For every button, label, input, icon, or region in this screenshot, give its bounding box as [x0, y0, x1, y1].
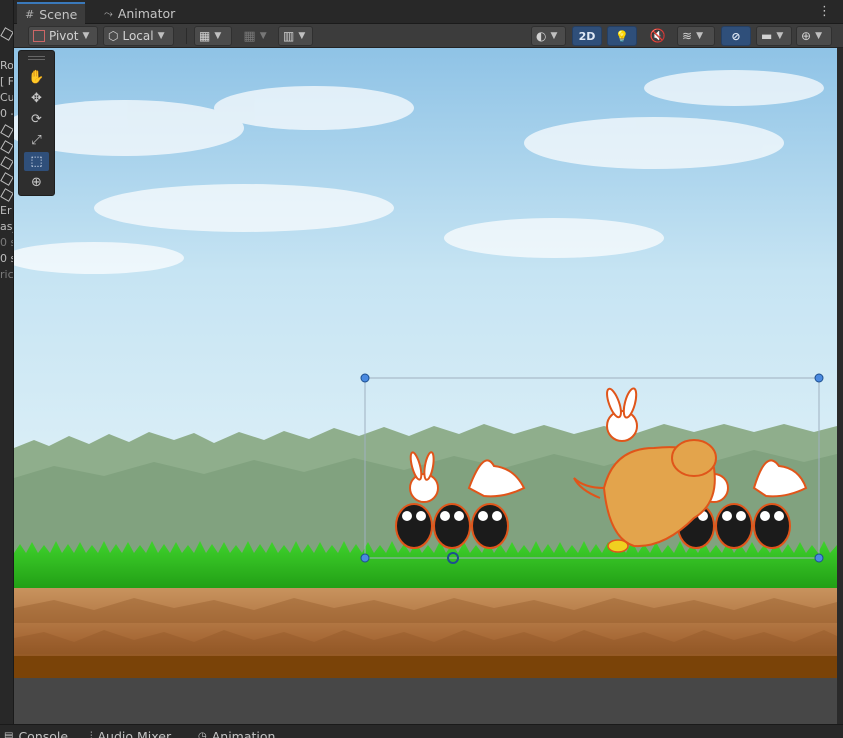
gameobject-icon: [0, 156, 13, 170]
local-cube-icon: ⬡: [108, 29, 119, 43]
hand-icon: ✋: [28, 70, 45, 85]
scale-tool[interactable]: ⤢: [24, 131, 49, 150]
shading-sphere-icon: ◐: [536, 29, 547, 43]
dirt-bottom: [14, 656, 837, 678]
hierarchy-item[interactable]: 0 -: [0, 107, 13, 120]
rect-tool[interactable]: ⬚: [24, 152, 49, 171]
tab-audio-mixer-label: Audio Mixer: [97, 729, 172, 738]
pivot-label: Pivot: [49, 29, 79, 43]
rect-transform-icon: ⬚: [30, 154, 43, 169]
hierarchy-item[interactable]: 0 s: [0, 236, 13, 249]
local-label: Local: [122, 29, 154, 43]
grid-snap-icon: ▦: [199, 29, 211, 43]
chevron-down-icon: ▼: [776, 31, 784, 41]
tab-animation[interactable]: ◷ Animation: [198, 729, 275, 738]
pivot-dropdown[interactable]: Pivot ▼: [28, 26, 98, 46]
toggle-audio-button[interactable]: 🔇: [644, 27, 672, 45]
camera-icon: ▬: [761, 29, 773, 43]
animation-icon: ◷: [198, 731, 207, 738]
move-icon: ✥: [31, 91, 42, 106]
hierarchy-item[interactable]: Er: [0, 204, 13, 217]
eye-hidden-icon: ⊘: [731, 29, 741, 43]
hierarchy-item[interactable]: 0 s: [0, 252, 13, 265]
chevron-down-icon: ▼: [259, 31, 267, 41]
draw-mode-dropdown[interactable]: ▥ ▼: [278, 26, 313, 46]
animator-icon: ⤳: [104, 6, 113, 20]
scale-icon: ⤢: [31, 133, 42, 148]
tab-animation-label: Animation: [211, 729, 276, 738]
more-options-icon[interactable]: ⋮: [818, 4, 831, 19]
hand-tool[interactable]: ✋: [24, 68, 49, 87]
tab-console[interactable]: ▤ Console: [4, 729, 68, 738]
local-dropdown[interactable]: ⬡ Local ▼: [103, 26, 174, 46]
scene-render: [14, 48, 837, 724]
scene-tab-bar: # Scene ⤳ Animator ⋮: [14, 0, 843, 24]
camera-dropdown[interactable]: ▬ ▼: [756, 26, 792, 46]
increment-snap-icon: ▦: [243, 28, 256, 44]
hierarchy-item[interactable]: ric: [0, 268, 13, 281]
gizmos-globe-icon: ⊕: [801, 29, 812, 43]
tab-scene[interactable]: # Scene: [17, 2, 86, 24]
scene-right-edge: [837, 48, 843, 724]
bottom-tab-bar: ▤ Console ⫶ Audio Mixer ◷ Animation: [0, 724, 843, 738]
transform-tool[interactable]: ⊕: [24, 173, 49, 192]
gameobject-icon: [0, 172, 13, 186]
chevron-down-icon: ▼: [214, 31, 222, 41]
gizmo-handle[interactable]: [360, 553, 370, 563]
toolbar-divider: [186, 28, 187, 44]
empty-scene-area: [14, 678, 837, 724]
tab-animator[interactable]: ⤳ Animator: [96, 3, 183, 24]
toggle-2d-button[interactable]: 2D: [572, 26, 602, 46]
scene-tools-overlay: ✋ ✥ ⟳ ⤢ ⬚ ⊕: [18, 50, 55, 196]
tab-console-label: Console: [18, 729, 69, 738]
grid-snapping-dropdown[interactable]: ▦ ▼: [194, 26, 232, 46]
rotate-icon: ⟳: [31, 112, 42, 127]
rotate-tool[interactable]: ⟳: [24, 110, 49, 129]
lightbulb-icon: 💡: [615, 29, 629, 43]
audio-muted-icon: 🔇: [649, 28, 667, 44]
pivot-icon: [33, 30, 45, 42]
chevron-down-icon: ▼: [298, 31, 306, 41]
toggle-lighting-button[interactable]: 💡: [607, 26, 637, 46]
audio-mixer-icon: ⫶: [90, 731, 93, 738]
gizmo-handle[interactable]: [814, 373, 824, 383]
drag-grip-icon[interactable]: [28, 56, 45, 60]
gameobject-icon: [0, 124, 13, 138]
scene-toolbar: Pivot ▼ ⬡ Local ▼ ▦ ▼ ▦ ▼ ▥ ▼ ◐ ▼ 2D 💡 🔇…: [14, 24, 843, 48]
scene-viewport[interactable]: [14, 48, 837, 724]
gizmo-handle[interactable]: [814, 553, 824, 563]
console-icon: ▤: [4, 731, 14, 738]
tab-audio-mixer[interactable]: ⫶ Audio Mixer: [90, 729, 171, 738]
chevron-down-icon: ▼: [815, 31, 822, 41]
scene-grid-icon: #: [25, 7, 35, 21]
gameobject-icon: [0, 140, 13, 154]
shading-mode-dropdown[interactable]: ◐ ▼: [531, 26, 566, 46]
hierarchy-item[interactable]: Ro: [0, 59, 13, 72]
chevron-down-icon: ▼: [550, 31, 558, 41]
hidden-objects-toggle[interactable]: ⊘: [721, 26, 751, 46]
gameobject-icon: [0, 188, 13, 202]
chevron-down-icon: ▼: [82, 31, 90, 41]
effects-layers-icon: ≋: [682, 29, 693, 43]
increment-snapping-dropdown[interactable]: ▦ ▼: [239, 27, 271, 45]
grass-ground: [14, 541, 837, 593]
hierarchy-item[interactable]: Cu: [0, 91, 13, 104]
tab-animator-label: Animator: [117, 6, 176, 21]
gizmos-dropdown[interactable]: ⊕ ▼: [796, 26, 832, 46]
hierarchy-panel-edge: Ro [ F Cu 0 - Er as_ 0 s 0 s ric: [0, 0, 14, 724]
effects-dropdown[interactable]: ≋ ▼: [677, 26, 715, 46]
gizmo-handle[interactable]: [360, 373, 370, 383]
move-tool[interactable]: ✥: [24, 89, 49, 108]
hierarchy-item[interactable]: [ F: [0, 75, 13, 88]
toggle-2d-label: 2D: [578, 29, 596, 43]
unity-editor-window: Ro [ F Cu 0 - Er as_ 0 s 0 s ric # Scene…: [0, 0, 843, 738]
tab-scene-label: Scene: [39, 6, 78, 22]
chevron-down-icon: ▼: [157, 31, 165, 41]
transform-icon: ⊕: [31, 175, 42, 190]
gameobject-icon: [0, 27, 13, 41]
chevron-down-icon: ▼: [696, 31, 703, 41]
draw-mode-icon: ▥: [283, 29, 295, 43]
hierarchy-item[interactable]: as_: [0, 220, 13, 233]
